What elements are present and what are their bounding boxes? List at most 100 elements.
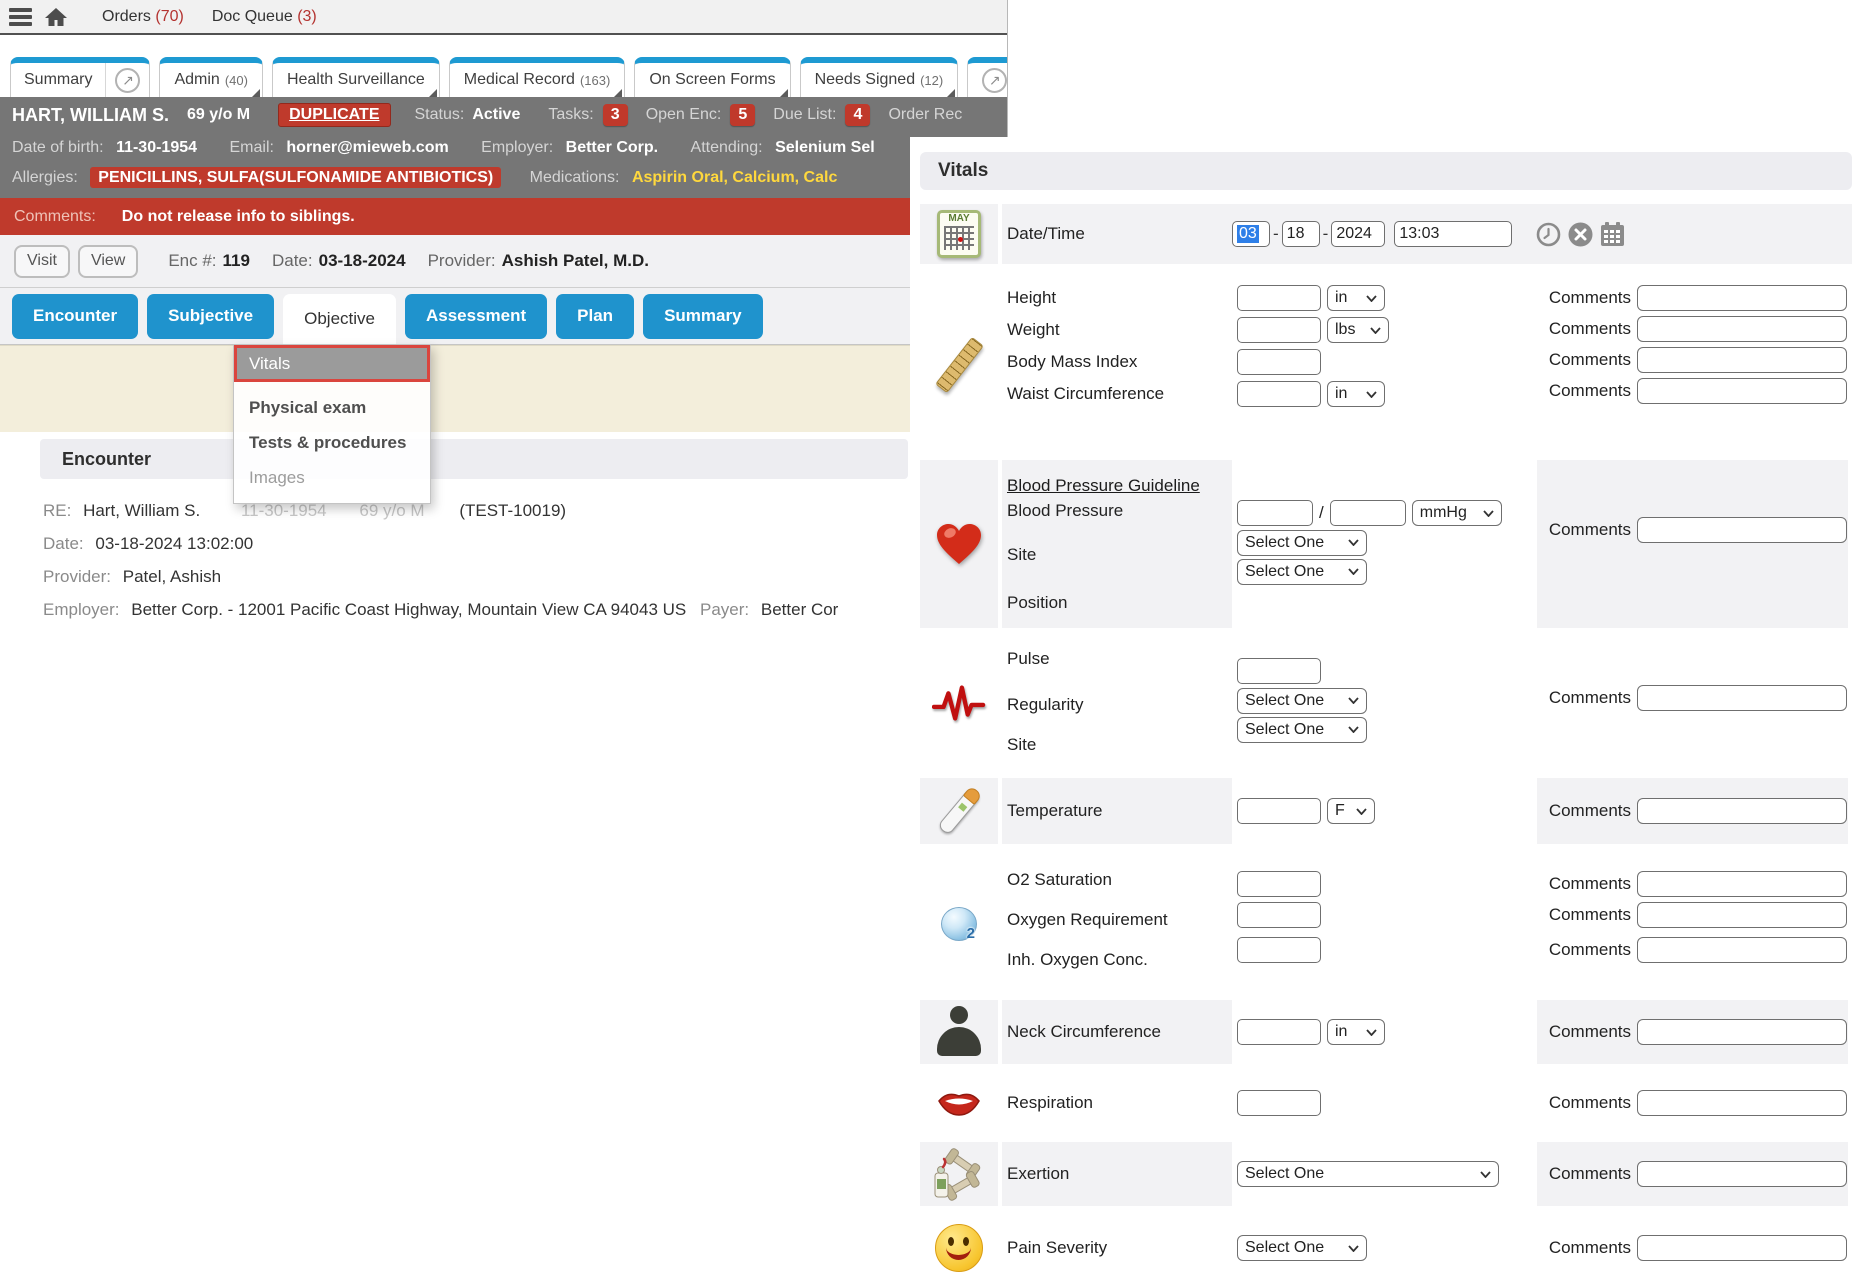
popout-arrow-icon bbox=[982, 68, 1007, 93]
pain-severity-select[interactable]: Select One bbox=[1237, 1235, 1367, 1261]
pulse-comments-input[interactable] bbox=[1637, 685, 1847, 711]
menu-item-physical-exam[interactable]: Physical exam bbox=[234, 390, 430, 425]
nav-orders[interactable]: Orders (70) bbox=[102, 8, 184, 26]
o2-saturation-comments-input[interactable] bbox=[1637, 871, 1847, 897]
due-list-count-badge[interactable]: 4 bbox=[845, 104, 870, 126]
encounter-button[interactable]: Encounter bbox=[12, 294, 138, 339]
respiration-input[interactable] bbox=[1237, 1090, 1321, 1116]
height-input[interactable] bbox=[1237, 285, 1321, 311]
oxygen-requirement-comments-input[interactable] bbox=[1637, 902, 1847, 928]
respiration-comments-input[interactable] bbox=[1637, 1090, 1847, 1116]
pain-comments-input[interactable] bbox=[1637, 1235, 1847, 1261]
temperature-unit-select[interactable]: F bbox=[1327, 798, 1375, 824]
date-month-input[interactable]: 03 bbox=[1232, 221, 1270, 247]
oxygen-group: 2 O2 Saturation Oxygen Requirement Inh. … bbox=[920, 856, 1852, 988]
patient-email: horner@mieweb.com bbox=[286, 139, 448, 156]
tab-popout[interactable] bbox=[967, 57, 1008, 97]
subjective-button[interactable]: Subjective bbox=[147, 294, 274, 339]
ruler-icon bbox=[935, 337, 984, 394]
open-enc-count-badge[interactable]: 5 bbox=[730, 104, 755, 126]
oxygen-requirement-input[interactable] bbox=[1237, 902, 1321, 928]
allergies-badge[interactable]: PENICILLINS, SULFA(SULFONAMIDE ANTIBIOTI… bbox=[90, 167, 501, 188]
tasks-count-badge[interactable]: 3 bbox=[603, 104, 628, 126]
home-icon[interactable] bbox=[44, 6, 68, 28]
clear-datetime-icon[interactable] bbox=[1568, 222, 1593, 247]
summary-popout-icon[interactable] bbox=[105, 63, 149, 97]
waist-unit-select[interactable]: in bbox=[1327, 381, 1385, 407]
bp-unit-select[interactable]: mmHg bbox=[1412, 500, 1502, 526]
set-time-now-icon[interactable] bbox=[1536, 222, 1561, 247]
bmi-input[interactable] bbox=[1237, 349, 1321, 375]
encounter-card: Encounter RE: Hart, William S. 11-30-195… bbox=[0, 432, 1007, 626]
encounter-re-line: RE: Hart, William S. 11-30-1954 69 y/o M… bbox=[43, 494, 1007, 527]
pulse-input[interactable] bbox=[1237, 658, 1321, 684]
date-day-input[interactable]: 18 bbox=[1282, 221, 1320, 247]
enc-provider: Ashish Patel, M.D. bbox=[502, 251, 649, 271]
plan-button[interactable]: Plan bbox=[556, 294, 634, 339]
calendar-picker-icon[interactable] bbox=[1600, 222, 1625, 246]
bp-guideline-link[interactable]: Blood Pressure Guideline bbox=[1007, 474, 1232, 498]
temperature-comments-input[interactable] bbox=[1637, 798, 1847, 824]
o2-saturation-input[interactable] bbox=[1237, 871, 1321, 897]
nav-doc-queue[interactable]: Doc Queue (3) bbox=[212, 8, 317, 26]
menu-item-tests-procedures[interactable]: Tests & procedures bbox=[234, 425, 430, 460]
bp-systolic-input[interactable] bbox=[1237, 500, 1313, 526]
tab-summary[interactable]: Summary bbox=[10, 57, 150, 97]
height-comments-input[interactable] bbox=[1637, 285, 1847, 311]
weight-unit-select[interactable]: lbs bbox=[1327, 317, 1389, 343]
summary-button[interactable]: Summary bbox=[643, 294, 762, 339]
regularity-select[interactable]: Select One bbox=[1237, 688, 1367, 714]
view-button[interactable]: View bbox=[78, 245, 138, 278]
neck-label: Neck Circumference bbox=[1007, 1016, 1161, 1048]
pulse-site-select[interactable]: Select One bbox=[1237, 717, 1367, 743]
visit-button[interactable]: Visit bbox=[14, 245, 70, 278]
waist-comments-input[interactable] bbox=[1637, 378, 1847, 404]
bp-site-select[interactable]: Select One bbox=[1237, 530, 1367, 556]
bp-comments-input[interactable] bbox=[1637, 517, 1847, 543]
neck-input[interactable] bbox=[1237, 1019, 1321, 1045]
bmi-comments-input[interactable] bbox=[1637, 347, 1847, 373]
inh-oxygen-input[interactable] bbox=[1237, 937, 1321, 963]
assessment-button[interactable]: Assessment bbox=[405, 294, 547, 339]
oxygen-icon: 2 bbox=[941, 907, 977, 941]
neck-unit-select[interactable]: in bbox=[1327, 1019, 1385, 1045]
exertion-comments-input[interactable] bbox=[1637, 1161, 1847, 1187]
enc-date: 03-18-2024 bbox=[319, 251, 406, 271]
waist-input[interactable] bbox=[1237, 381, 1321, 407]
inh-oxygen-comments-input[interactable] bbox=[1637, 937, 1847, 963]
tab-on-screen-forms[interactable]: On Screen Forms bbox=[634, 57, 790, 97]
objective-button[interactable]: Objective bbox=[283, 294, 396, 345]
time-input[interactable]: 13:03 bbox=[1394, 221, 1512, 247]
objective-dropdown-menu: Vitals Physical exam Tests & procedures … bbox=[233, 344, 431, 504]
patient-header: HART, WILLIAM S. 69 y/o M DUPLICATE Stat… bbox=[0, 97, 1007, 198]
tab-admin[interactable]: Admin(40) bbox=[159, 57, 262, 97]
pulse-label: Pulse bbox=[1007, 646, 1232, 672]
tab-needs-signed[interactable]: Needs Signed(12) bbox=[800, 57, 959, 97]
height-unit-select[interactable]: in bbox=[1327, 285, 1385, 311]
body-measurements-group: Height Weight Body Mass Index Waist Circ… bbox=[920, 276, 1852, 448]
weight-input[interactable] bbox=[1237, 317, 1321, 343]
pulse-group: Pulse Regularity Site Select One Select … bbox=[920, 640, 1852, 766]
tab-fold-icon bbox=[780, 89, 788, 97]
duplicate-badge[interactable]: DUPLICATE bbox=[278, 103, 390, 127]
patient-comments-bar: Comments: Do not release info to sibling… bbox=[0, 198, 1007, 235]
medications-list[interactable]: Aspirin Oral, Calcium, Calc bbox=[632, 169, 837, 186]
menu-icon[interactable] bbox=[9, 8, 32, 26]
date-year-input[interactable]: 2024 bbox=[1331, 221, 1385, 247]
tab-health-surveillance[interactable]: Health Surveillance bbox=[272, 57, 440, 97]
menu-item-vitals[interactable]: Vitals bbox=[234, 345, 430, 382]
temperature-input[interactable] bbox=[1237, 798, 1321, 824]
tab-medical-record[interactable]: Medical Record(163) bbox=[449, 57, 626, 97]
bp-position-label: Position bbox=[1007, 590, 1232, 616]
pain-group: Pain Severity Select One Comments bbox=[920, 1218, 1852, 1274]
neck-comments-input[interactable] bbox=[1637, 1019, 1847, 1045]
neck-group: Neck Circumference in Comments bbox=[920, 1000, 1852, 1064]
weight-comments-input[interactable] bbox=[1637, 316, 1847, 342]
weight-label: Weight bbox=[1007, 314, 1232, 346]
exertion-select[interactable]: Select One bbox=[1237, 1161, 1499, 1187]
screen: Orders (70) Doc Queue (3) Summary Admin(… bbox=[0, 0, 1858, 1274]
menu-item-images[interactable]: Images bbox=[234, 460, 430, 495]
bp-diastolic-input[interactable] bbox=[1330, 500, 1406, 526]
bp-site-label: Site bbox=[1007, 542, 1232, 568]
bp-position-select[interactable]: Select One bbox=[1237, 559, 1367, 585]
